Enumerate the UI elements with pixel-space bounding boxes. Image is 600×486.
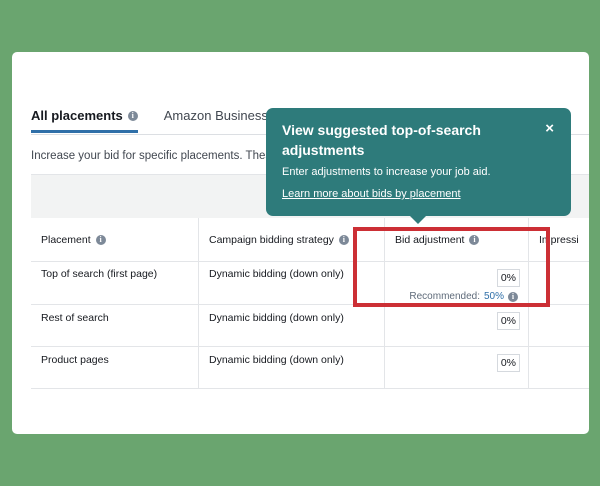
tab-all-placements-label: All placements — [31, 108, 123, 123]
info-icon[interactable]: i — [127, 110, 138, 121]
suggestion-tooltip: View suggested top-of-search adjustments… — [266, 108, 571, 224]
tab-amazon-business-label: Amazon Business p — [163, 108, 279, 123]
placements-description: Increase your bid for specific placement… — [31, 150, 278, 162]
learn-more-link[interactable]: Learn more about bids by placement — [282, 188, 461, 200]
cell-bid-adjustment: 0% — [385, 347, 529, 388]
placement-tabs: All placements i Amazon Business p — [31, 108, 279, 133]
highlight-box — [353, 227, 550, 307]
header-placement-label: Placement — [41, 233, 91, 246]
table-row: Rest of search Dynamic bidding (down onl… — [31, 305, 589, 347]
cell-placement: Product pages — [31, 347, 199, 388]
cell-strategy: Dynamic bidding (down only) — [199, 347, 385, 388]
tab-amazon-business[interactable]: Amazon Business p — [164, 108, 279, 133]
cell-strategy: Dynamic bidding (down only) — [199, 305, 385, 346]
cell-bid-adjustment: 0% — [385, 305, 529, 346]
info-icon[interactable]: i — [338, 234, 349, 245]
close-icon[interactable]: × — [545, 120, 554, 137]
table-row: Product pages Dynamic bidding (down only… — [31, 347, 589, 389]
cell-placement: Rest of search — [31, 305, 199, 346]
bid-adjustment-input[interactable]: 0% — [496, 312, 520, 330]
bid-adjustment-input[interactable]: 0% — [496, 354, 520, 372]
tooltip-body: Enter adjustments to increase your job a… — [282, 166, 491, 178]
cell-impressions — [529, 305, 589, 346]
info-icon[interactable]: i — [95, 234, 106, 245]
cell-impressions — [529, 347, 589, 388]
header-strategy-label: Campaign bidding strategy — [209, 233, 334, 246]
tab-all-placements[interactable]: All placements i — [31, 108, 138, 133]
tooltip-title: View suggested top-of-search adjustments — [282, 122, 481, 158]
header-placement: Placement i — [31, 218, 199, 261]
cell-placement: Top of search (first page) — [31, 262, 199, 304]
